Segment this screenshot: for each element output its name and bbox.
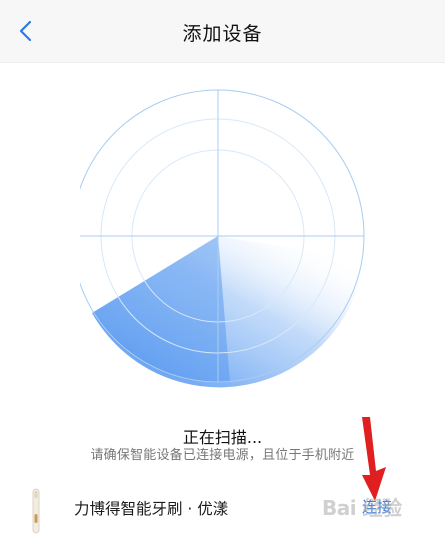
device-name: 力博得智能牙刷 · 优漾 <box>74 500 229 518</box>
page-title: 添加设备 <box>182 23 263 45</box>
radar-scan-graphic <box>80 89 365 388</box>
toothbrush-icon <box>32 488 40 534</box>
watermark: Bai 经验 <box>322 496 402 520</box>
top-bar: 添加设备 <box>0 0 445 63</box>
